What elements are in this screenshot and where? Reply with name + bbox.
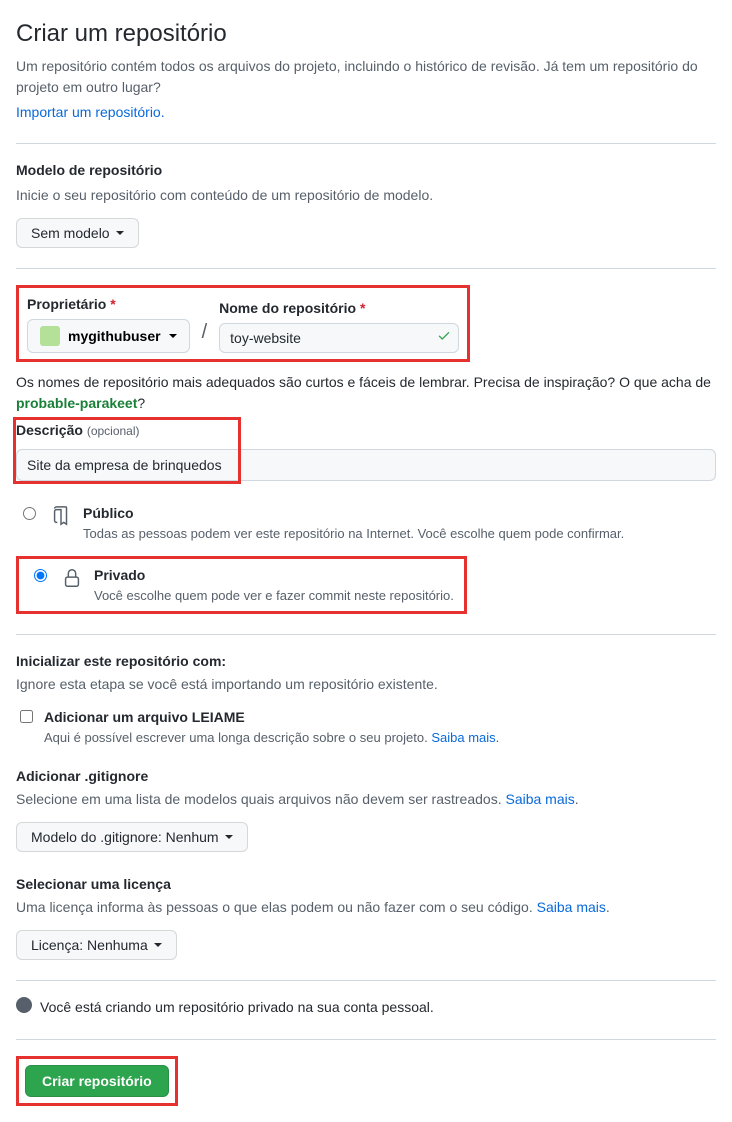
- page-subtitle: Um repositório contém todos os arquivos …: [16, 56, 716, 98]
- license-dropdown[interactable]: Licença: Nenhuma: [16, 930, 177, 960]
- gitignore-heading: Adicionar .gitignore: [16, 766, 716, 787]
- owner-label: Proprietário *: [27, 294, 190, 315]
- create-repo-button[interactable]: Criar repositório: [25, 1065, 169, 1097]
- caret-down-icon: [169, 334, 177, 338]
- template-dropdown[interactable]: Sem modelo: [16, 218, 139, 248]
- slash-separator: /: [200, 317, 210, 353]
- owner-dropdown[interactable]: mygithubuser: [27, 319, 190, 353]
- divider: [16, 980, 716, 981]
- name-help: Os nomes de repositório mais adequados s…: [16, 372, 716, 414]
- public-title: Público: [83, 503, 624, 524]
- footer-info: Você está criando um repositório privado…: [16, 997, 716, 1019]
- name-suggestion[interactable]: probable-parakeet: [16, 395, 137, 411]
- divider: [16, 634, 716, 635]
- gitignore-dropdown[interactable]: Modelo do .gitignore: Nenhum: [16, 822, 248, 852]
- visibility-public-row: Público Todas as pessoas podem ver este …: [16, 497, 716, 550]
- description-input[interactable]: [16, 449, 716, 481]
- highlight-owner-repo: Proprietário * mygithubuser / Nome do re…: [16, 285, 470, 362]
- license-learn-more[interactable]: Saiba mais: [537, 899, 606, 915]
- import-link[interactable]: Importar um repositório.: [16, 104, 165, 120]
- public-radio[interactable]: [23, 507, 36, 520]
- initialize-heading: Inicializar este repositório com:: [16, 651, 716, 672]
- divider: [16, 1039, 716, 1040]
- license-desc: Uma licença informa às pessoas o que ela…: [16, 897, 716, 918]
- readme-learn-more[interactable]: Saiba mais: [431, 730, 495, 745]
- caret-down-icon: [116, 231, 124, 235]
- gitignore-desc: Selecione em uma lista de modelos quais …: [16, 789, 716, 810]
- private-radio[interactable]: [34, 569, 47, 582]
- info-icon: [16, 997, 32, 1019]
- caret-down-icon: [225, 835, 233, 839]
- template-label: Modelo de repositório: [16, 160, 716, 181]
- readme-desc: Aqui é possível escrever uma longa descr…: [44, 728, 499, 748]
- highlight-submit: Criar repositório: [16, 1056, 178, 1106]
- page-title: Criar um repositório: [16, 16, 716, 52]
- check-icon: [437, 328, 451, 349]
- private-title: Privado: [94, 565, 454, 586]
- readme-title: Adicionar um arquivo LEIAME: [44, 707, 499, 728]
- repo-name-input[interactable]: [219, 323, 459, 353]
- gitignore-learn-more[interactable]: Saiba mais: [505, 791, 574, 807]
- divider: [16, 268, 716, 269]
- lock-icon: [60, 565, 84, 589]
- readme-checkbox[interactable]: [20, 710, 33, 723]
- public-desc: Todas as pessoas podem ver este repositó…: [83, 524, 624, 544]
- repo-icon: [49, 503, 73, 527]
- divider: [16, 143, 716, 144]
- initialize-help: Ignore esta etapa se você está importand…: [16, 674, 716, 695]
- description-label: Descrição (opcional): [16, 420, 716, 441]
- license-heading: Selecionar uma licença: [16, 874, 716, 895]
- template-help: Inicie o seu repositório com conteúdo de…: [16, 185, 716, 206]
- highlight-private: Privado Você escolhe quem pode ver e faz…: [16, 556, 467, 615]
- caret-down-icon: [154, 943, 162, 947]
- repo-name-label: Nome do repositório *: [219, 298, 459, 319]
- private-desc: Você escolhe quem pode ver e fazer commi…: [94, 586, 454, 606]
- avatar-icon: [40, 326, 60, 346]
